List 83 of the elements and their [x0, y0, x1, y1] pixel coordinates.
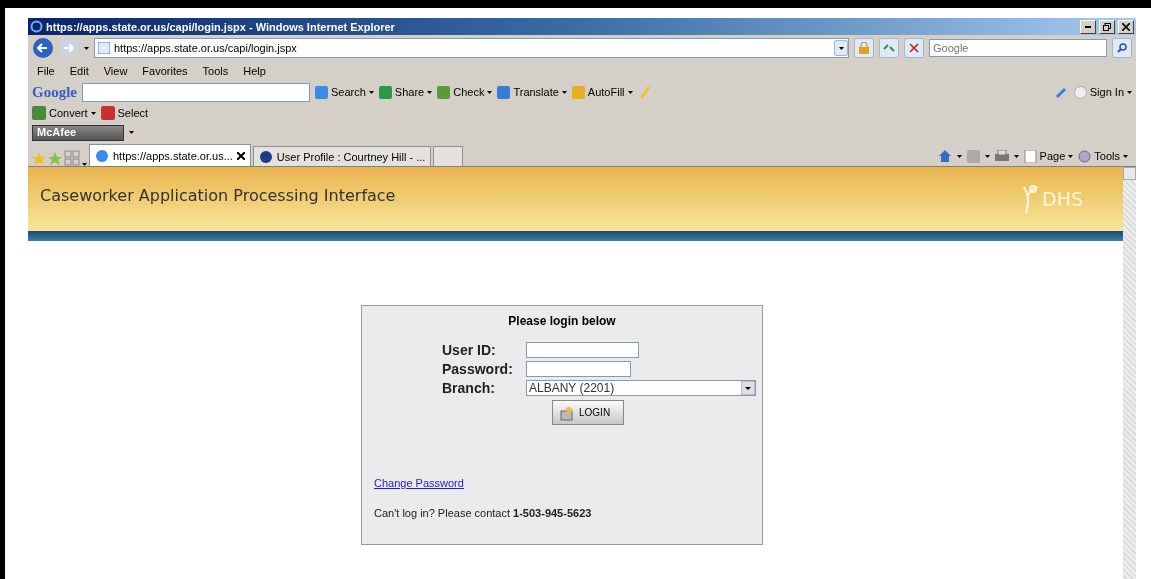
dhs-logo: DHS [1020, 183, 1083, 215]
caret-icon[interactable] [129, 131, 134, 134]
toolbar-icon [315, 85, 328, 99]
window-title: https://apps.state.or.us/capi/login.jspx - Windows Internet Explorer [46, 20, 395, 33]
command-button[interactable]: Tools [1078, 149, 1128, 163]
stop-button[interactable] [904, 38, 924, 58]
field-label: Password: [442, 361, 514, 377]
close-icon [1122, 22, 1130, 31]
text-field[interactable] [526, 342, 639, 358]
minimize-icon [1085, 25, 1091, 28]
address-field[interactable]: https://apps.state.or.us/capi/login.jspx [94, 38, 849, 58]
caret-icon[interactable] [84, 46, 89, 50]
toolbar-icon [437, 85, 451, 99]
circle-icon [1073, 85, 1087, 99]
toolbar-button[interactable]: Select [100, 106, 149, 120]
toolbar-icon [378, 85, 392, 99]
menu-item[interactable]: Edit [64, 65, 94, 77]
dropdown-arrow-icon[interactable] [741, 381, 755, 395]
browser-tab[interactable]: User Profile : Courtney Hill - ... [252, 146, 432, 166]
close-button[interactable] [1118, 19, 1134, 34]
caret-icon[interactable] [1123, 154, 1128, 158]
mcafee-button[interactable]: McAfee [32, 124, 124, 141]
lock-icon [859, 42, 869, 54]
toolbar-icon [32, 106, 46, 120]
sign-in-button[interactable]: Sign In [1073, 85, 1132, 99]
caret-icon[interactable] [838, 46, 844, 50]
command-button[interactable]: Page [1023, 149, 1074, 163]
caret-icon[interactable] [1127, 90, 1132, 94]
login-heading: Please login below [507, 314, 617, 328]
change-password-link[interactable]: Change Password [374, 477, 464, 489]
menu-item[interactable]: File [32, 65, 60, 77]
toolbar-icon [100, 106, 115, 120]
caret-icon[interactable] [427, 90, 433, 94]
app-title: Caseworker Application Processing Interface [40, 185, 396, 205]
google-logo: Google [32, 83, 77, 101]
close-tab-icon[interactable] [236, 151, 245, 160]
restore-button[interactable] [1099, 19, 1115, 34]
login-button[interactable]: LOGIN [552, 400, 624, 425]
toolbar-button[interactable]: Translate [497, 85, 567, 99]
field-label: User ID: [442, 342, 497, 358]
scrollbar[interactable] [1123, 167, 1136, 579]
search-field[interactable]: Google [929, 39, 1107, 57]
caret-icon[interactable] [90, 111, 96, 115]
url-text: https://apps.state.or.us/capi/login.jspx [114, 42, 297, 54]
back-icon[interactable] [32, 37, 54, 59]
field-label: Branch: [442, 380, 496, 396]
stop-icon [909, 43, 919, 53]
caret-icon[interactable] [487, 90, 493, 94]
favorites-star-icon[interactable] [32, 152, 46, 166]
toolbar-icon [571, 85, 585, 99]
page-icon [98, 42, 110, 54]
contact-text: Can't log in? Please contact 1-503-945-5623 [374, 507, 593, 519]
caret-icon[interactable] [984, 154, 990, 158]
caret-icon[interactable] [956, 154, 962, 158]
caret-icon[interactable] [1013, 154, 1019, 158]
text-field[interactable] [526, 361, 631, 377]
minimize-button[interactable] [1080, 19, 1096, 34]
page-icon [1023, 149, 1037, 163]
caret-icon[interactable] [627, 90, 633, 94]
restore-icon [1103, 22, 1111, 31]
browser-tab[interactable]: https://apps.state.or.us... [89, 144, 251, 166]
toolbar-button[interactable]: Convert [32, 106, 96, 120]
toolbar-button[interactable]: AutoFill [571, 85, 633, 99]
toolbar-button[interactable]: Search [315, 85, 374, 99]
refresh-icon [883, 43, 895, 53]
toolbar-search-field[interactable] [82, 82, 310, 102]
address-dropdown-button[interactable] [834, 40, 848, 56]
toolbar-button[interactable]: Share [378, 85, 433, 99]
toolbar-icon [497, 85, 511, 99]
branch-dropdown[interactable]: ALBANY (2201) [526, 380, 756, 396]
menu-item[interactable]: Tools [197, 65, 234, 77]
browser-icon [30, 20, 43, 33]
menu-item[interactable]: Favorites [137, 65, 193, 77]
toolbar-button[interactable]: Check [437, 85, 493, 99]
caret-icon[interactable] [368, 90, 374, 94]
refresh-button[interactable] [879, 38, 899, 58]
browser-icon [95, 148, 109, 163]
menu-item[interactable]: View [98, 65, 133, 77]
search-button[interactable] [1112, 38, 1132, 58]
menu-item[interactable]: Help [238, 65, 271, 77]
caret-icon[interactable] [1068, 154, 1074, 158]
caret-icon[interactable] [561, 90, 567, 94]
search-icon [1117, 43, 1127, 53]
